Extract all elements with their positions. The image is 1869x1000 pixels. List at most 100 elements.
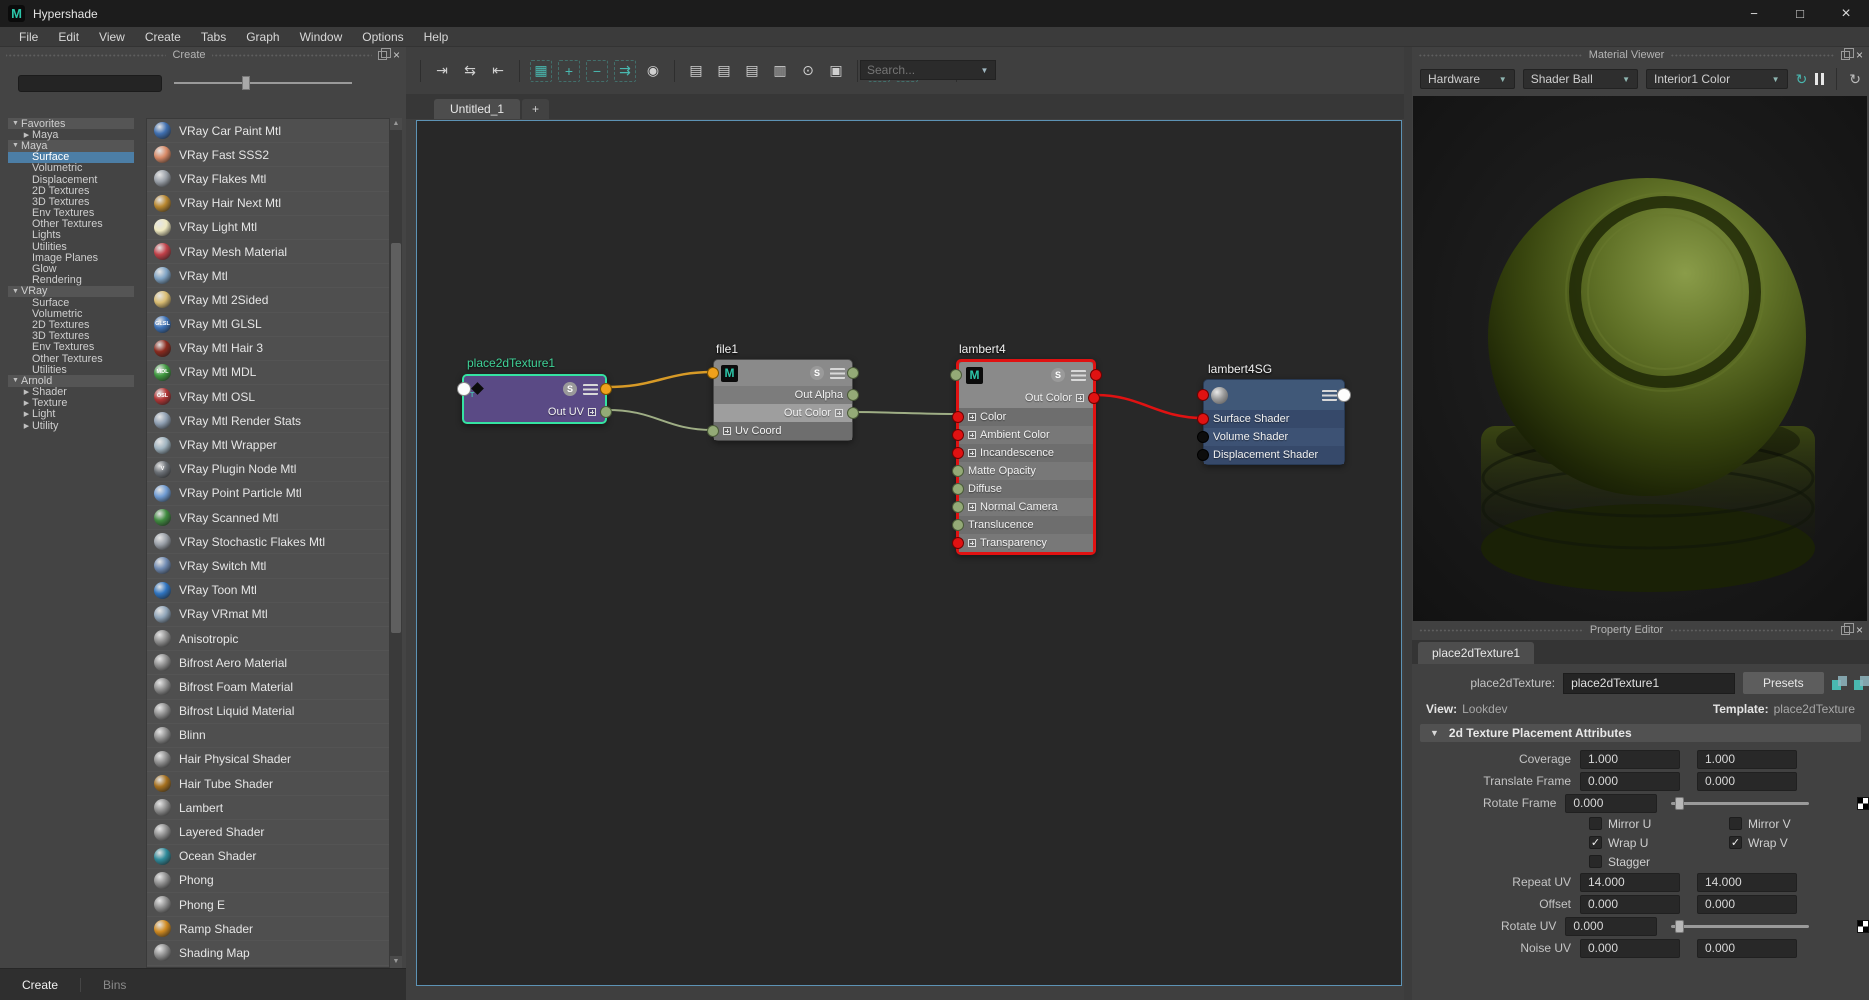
material-item-vray-mtl-render-stats[interactable]: VRay Mtl Render Stats <box>147 409 389 433</box>
panel-gripper[interactable] <box>1669 628 1835 633</box>
orange-port[interactable] <box>707 367 719 379</box>
material-item-bifrost-aero-material[interactable]: Bifrost Aero Material <box>147 651 389 675</box>
node-row-out-alpha[interactable]: Out Alpha <box>714 386 852 404</box>
expand-plug-icon[interactable] <box>968 503 976 511</box>
checkbox-box[interactable] <box>1589 817 1602 830</box>
checkbox-wrap-v[interactable]: ✓Wrap V <box>1729 836 1869 850</box>
wire-outuv-to-uvcoord[interactable] <box>607 410 713 430</box>
material-viewer-viewport[interactable] <box>1413 96 1867 621</box>
collapse-arrow-icon[interactable]: ▼ <box>10 142 21 149</box>
menu-edit[interactable]: Edit <box>49 30 88 44</box>
node-file1[interactable]: M S Out AlphaOut ColorUv Coord <box>713 359 853 441</box>
tree-item-light[interactable]: ▶Light <box>8 409 134 420</box>
scroll-down-icon[interactable]: ▼ <box>390 956 402 968</box>
float-panel-icon[interactable] <box>378 51 387 60</box>
minimize-button[interactable]: − <box>1731 0 1777 27</box>
material-item-hair-tube-shader[interactable]: Hair Tube Shader <box>147 772 389 796</box>
node-row-translucence[interactable]: Translucence <box>959 516 1093 534</box>
menu-file[interactable]: File <box>10 30 47 44</box>
display-mode-icon[interactable] <box>830 368 845 379</box>
node-lambert4[interactable]: M S Out Color ColorAmbient ColorIncandes… <box>956 359 1096 555</box>
tree-item-favorites[interactable]: ▼Favorites <box>8 118 134 129</box>
tree-item-other-textures[interactable]: Other Textures <box>8 353 134 364</box>
material-item-vray-fast-sss2[interactable]: VRay Fast SSS2 <box>147 143 389 167</box>
attr-field-1[interactable]: 0.000 <box>1580 939 1680 958</box>
attr-field-1[interactable]: 0.000 <box>1580 772 1680 791</box>
attr-field-2[interactable]: 0.000 <box>1697 939 1797 958</box>
panel-gripper[interactable] <box>1670 53 1835 58</box>
red-port[interactable] <box>1197 389 1209 401</box>
expand-arrow-icon[interactable]: ▶ <box>21 131 32 139</box>
material-item-vray-mtl-wrapper[interactable]: VRay Mtl Wrapper <box>147 433 389 457</box>
node-row-diffuse[interactable]: Diffuse <box>959 480 1093 498</box>
collapse-arrow-icon[interactable]: ▼ <box>1430 728 1439 738</box>
tree-item-2d-textures[interactable]: 2D Textures <box>8 185 134 196</box>
input-output-connections-icon[interactable]: ⇆ <box>459 60 481 82</box>
green-port[interactable] <box>952 501 964 513</box>
menu-window[interactable]: Window <box>291 30 352 44</box>
material-item-vray-mtl-osl[interactable]: OSLVRay Mtl OSL <box>147 385 389 409</box>
material-item-bifrost-foam-material[interactable]: Bifrost Foam Material <box>147 675 389 699</box>
checkbox-wrap-u[interactable]: ✓Wrap U <box>1589 836 1729 850</box>
graph-tab-untitled-1[interactable]: Untitled_1 <box>434 99 520 119</box>
wire-outcolor-to-color[interactable] <box>852 412 956 414</box>
search-filter-dropdown[interactable]: ▼ <box>974 60 996 80</box>
menu-view[interactable]: View <box>90 30 134 44</box>
panel-gripper[interactable] <box>212 53 372 58</box>
white-port[interactable] <box>457 382 471 396</box>
state-icon[interactable]: S <box>1051 368 1065 382</box>
tree-item-utilities[interactable]: Utilities <box>8 241 134 252</box>
node-graph-canvas[interactable]: place2dTexture1 S Out UV file1 M S Out A… <box>416 120 1402 986</box>
renderer-select[interactable]: Hardware ▼ <box>1420 69 1515 89</box>
material-item-ramp-shader[interactable]: Ramp Shader <box>147 917 389 941</box>
pause-render-icon[interactable] <box>1815 73 1824 85</box>
search-input[interactable] <box>860 60 980 80</box>
node-row-ambient-color[interactable]: Ambient Color <box>959 426 1093 444</box>
float-panel-icon[interactable] <box>1841 626 1850 635</box>
red-port[interactable] <box>952 447 964 459</box>
material-item-hair-physical-shader[interactable]: Hair Physical Shader <box>147 748 389 772</box>
collapse-arrow-icon[interactable]: ▼ <box>10 288 21 295</box>
state-icon[interactable]: S <box>563 382 577 396</box>
node-row-matte-opacity[interactable]: Matte Opacity <box>959 462 1093 480</box>
node-row-displacement-shader[interactable]: Displacement Shader <box>1204 446 1344 464</box>
checkbox-mirror-u[interactable]: Mirror U <box>1589 817 1729 831</box>
wire-lambert-to-sg[interactable] <box>1096 395 1203 418</box>
checkbox-box[interactable] <box>1589 855 1602 868</box>
render-update-icon[interactable]: ↻ <box>1796 71 1808 88</box>
node-lambert4sg[interactable]: Surface ShaderVolume ShaderDisplacement … <box>1203 379 1345 465</box>
tree-item-surface[interactable]: Surface <box>8 297 134 308</box>
tree-item-image-planes[interactable]: Image Planes <box>8 252 134 263</box>
tree-item-env-textures[interactable]: Env Textures <box>8 208 134 219</box>
tab-place2dtexture1[interactable]: place2dTexture1 <box>1418 642 1534 664</box>
maximize-button[interactable]: □ <box>1777 0 1823 27</box>
expand-plug-icon[interactable] <box>968 539 976 547</box>
texture-map-button[interactable] <box>1857 797 1869 810</box>
checkbox-box[interactable]: ✓ <box>1589 836 1602 849</box>
node-label-lambert4sg[interactable]: lambert4SG <box>1208 362 1272 376</box>
panel-gripper[interactable] <box>6 53 166 58</box>
green-port[interactable] <box>952 483 964 495</box>
expand-plug-icon[interactable] <box>968 431 976 439</box>
node-row-color[interactable]: Color <box>959 408 1093 426</box>
menu-help[interactable]: Help <box>415 30 458 44</box>
close-panel-icon[interactable]: × <box>1856 51 1863 60</box>
slider-handle[interactable] <box>1675 920 1684 933</box>
green-port[interactable] <box>847 389 859 401</box>
menu-create[interactable]: Create <box>136 30 190 44</box>
material-item-vray-scanned-mtl[interactable]: VRay Scanned Mtl <box>147 506 389 530</box>
attr-field-2[interactable]: 14.000 <box>1697 873 1797 892</box>
tree-item-3d-textures[interactable]: 3D Textures <box>8 196 134 207</box>
tree-item-3d-textures[interactable]: 3D Textures <box>8 331 134 342</box>
material-item-vray-car-paint-mtl[interactable]: VRay Car Paint Mtl <box>147 119 389 143</box>
checkbox-mirror-v[interactable]: Mirror V <box>1729 817 1869 831</box>
material-item-layered-shader[interactable]: Layered Shader <box>147 820 389 844</box>
tree-item-glow[interactable]: Glow <box>8 263 134 274</box>
presets-button[interactable]: Presets <box>1743 672 1824 694</box>
swatch-preview-box[interactable] <box>18 75 162 92</box>
red-port[interactable] <box>1088 392 1100 404</box>
green-port[interactable] <box>707 425 719 437</box>
green-port[interactable] <box>847 367 859 379</box>
tree-item-volumetric[interactable]: Volumetric <box>8 308 134 319</box>
tree-item-surface[interactable]: Surface <box>8 152 134 163</box>
